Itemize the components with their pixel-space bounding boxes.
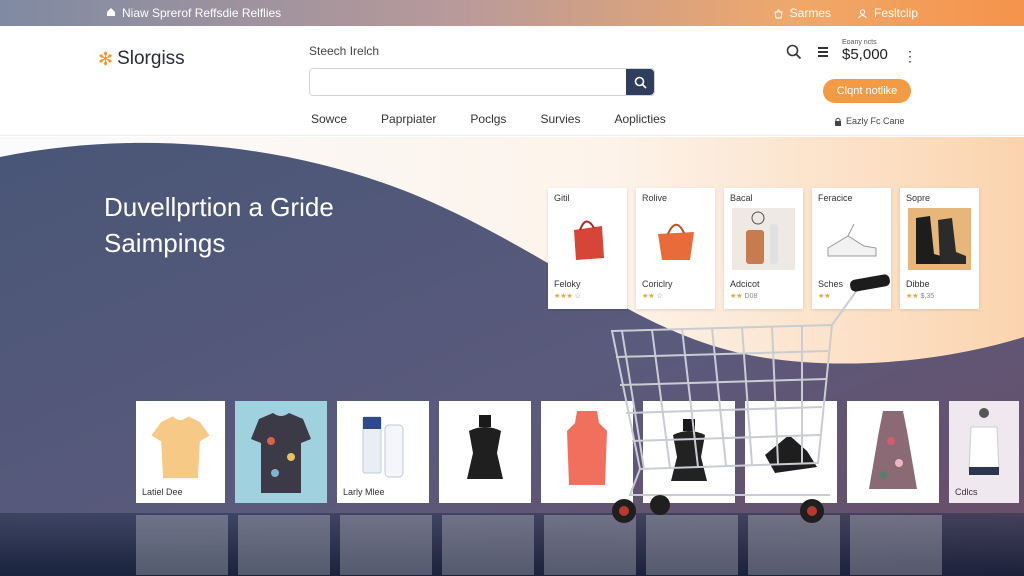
perfume-image (467, 415, 503, 479)
logo[interactable]: ✻ Slorgiss (98, 48, 185, 70)
nav-item-3[interactable]: Poclgs (470, 112, 506, 126)
search-icon (634, 76, 647, 89)
bag-image (574, 220, 604, 260)
promo-text-group: Niaw Sprerof Reffsdie Relflies (106, 6, 281, 20)
logo-icon: ✻ (98, 48, 114, 69)
promo-bar: Niaw Sprerof Reffsdie Relflies Sarmes Fe… (0, 0, 1024, 26)
topbar-link-2[interactable]: Fesltclip (857, 6, 918, 20)
header-search-icon[interactable] (786, 44, 802, 65)
cart-total[interactable]: Eoany ncts $5,000 (842, 39, 888, 63)
sneaker-image (827, 223, 877, 257)
search-bar (309, 68, 655, 96)
product-tile[interactable]: Latiel Dee (136, 401, 225, 503)
product-tile[interactable] (235, 401, 327, 503)
boots-image (908, 208, 971, 270)
shopping-cart-illustration (610, 274, 890, 523)
bottles-image (732, 208, 795, 270)
site-header: ✻ Slorgiss Steech Irelch Sowce Paprpiate… (0, 26, 1024, 136)
product-tile[interactable] (439, 401, 531, 503)
nav-item-4[interactable]: Survies (540, 112, 580, 126)
cart-amount: $5,000 (842, 46, 888, 63)
cart-small-label: Eoany ncts (842, 39, 877, 46)
search-input[interactable] (310, 69, 628, 95)
hero-section: Duvellprtion a Gride Saimpings Gitil Fel… (0, 137, 1024, 576)
header-icons (786, 44, 830, 65)
promo-text: Niaw Sprerof Reffsdie Relflies (122, 6, 282, 20)
cart-icon[interactable] (816, 45, 830, 64)
bag-icon (774, 9, 783, 18)
product-tile[interactable]: Cdlcs (949, 401, 1019, 503)
search-button[interactable] (626, 69, 654, 95)
nav-item-1[interactable]: Sowce (311, 112, 347, 126)
tote-image (658, 223, 694, 260)
early-access[interactable]: Eazly Fc Cane (834, 116, 905, 126)
cta-button[interactable]: Clqnt notlike (823, 79, 911, 103)
product-card[interactable]: Sopre Dibbe ★★ $,35 (900, 188, 979, 309)
topbar-links: Sarmes Fesltclip (773, 6, 918, 20)
logo-text: Slorgiss (117, 48, 185, 69)
lock-icon (835, 117, 841, 126)
topbar-link-1[interactable]: Sarmes (773, 6, 831, 20)
floral-shirt-image (251, 413, 311, 493)
search-label: Steech Irelch (309, 44, 380, 58)
more-icon[interactable]: ⋮ (903, 48, 917, 65)
user-icon (858, 8, 867, 18)
hero-title: Duvellprtion a Gride Saimpings (104, 192, 334, 258)
product-tile[interactable]: Larly Mlee (337, 401, 429, 503)
main-nav: Sowce Paprpiater Poclgs Survies Aoplicti… (311, 112, 700, 126)
home-icon (106, 6, 116, 20)
nav-item-2[interactable]: Paprpiater (381, 112, 436, 126)
nav-item-5[interactable]: Aoplicties (614, 112, 665, 126)
